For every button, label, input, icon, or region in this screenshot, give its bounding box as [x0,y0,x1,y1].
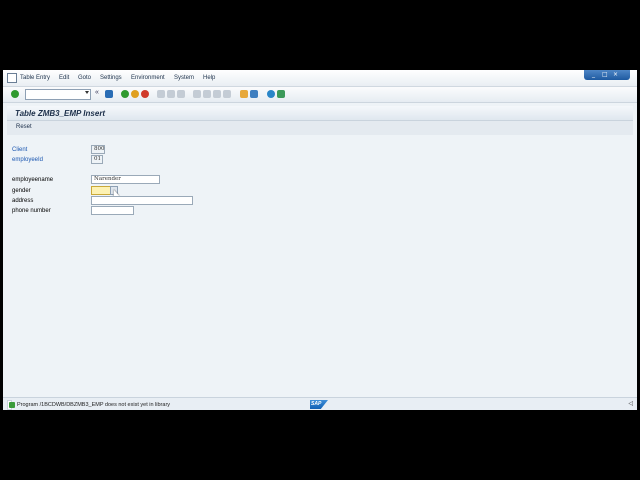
status-message-text: Program /1BCDWB/DBZMB3_EMP does not exis… [17,402,171,408]
previous-page-icon[interactable] [203,90,211,98]
client-field: 800 [91,145,105,154]
last-page-icon[interactable] [223,90,231,98]
create-session-icon[interactable] [240,90,248,98]
close-button[interactable]: × [613,71,618,79]
maximize-button[interactable]: □ [602,71,608,79]
chevron-down-icon[interactable] [85,91,89,94]
employeename-input[interactable]: Narender [91,175,160,184]
menu-help[interactable]: Help [203,75,215,81]
reset-button[interactable]: Reset [16,124,32,130]
phone-number-label: phone number [12,208,51,214]
application-toolbar: Reset [7,121,633,135]
help-icon[interactable] [267,90,275,98]
print-icon[interactable] [157,90,165,98]
sap-logo: SAP [310,400,328,409]
menu-edit[interactable]: Edit [59,75,69,81]
status-bar: Program /1BCDWB/DBZMB3_EMP does not exis… [3,397,637,410]
page-title: Table ZMB3_EMP Insert [15,109,106,118]
address-label: address [12,198,34,204]
save-icon[interactable] [105,90,113,98]
client-label: Client [12,147,28,153]
employeeid-field: 01 [91,155,103,164]
status-message[interactable]: Program /1BCDWB/DBZMB3_EMP does not exis… [7,400,170,410]
next-page-icon[interactable] [213,90,221,98]
back-icon[interactable] [121,90,129,98]
screen-title-bar: Table ZMB3_EMP Insert [7,106,633,121]
gender-input[interactable] [91,186,111,195]
employeeid-label: employeeId [12,157,44,163]
gender-label: gender [12,188,31,194]
menu-goto[interactable]: Goto [78,75,91,81]
sap-window: Table Entry Edit Goto Settings Environme… [3,70,637,410]
find-icon[interactable] [167,90,175,98]
form-area: Client 800 employeeId 01 employeename Na… [7,135,633,395]
minimize-button[interactable]: _ [592,71,595,79]
phone-number-input[interactable] [91,206,134,215]
command-field[interactable] [25,89,91,100]
standard-toolbar: « [3,87,637,103]
address-input[interactable] [91,196,193,205]
cancel-icon[interactable] [141,90,149,98]
generate-shortcut-icon[interactable] [250,90,258,98]
find-next-icon[interactable] [177,90,185,98]
menu-bar: Table Entry Edit Goto Settings Environme… [3,70,637,87]
enter-icon[interactable] [11,90,19,98]
menu-table-entry[interactable]: Table Entry [20,75,50,81]
menu-system[interactable]: System [174,75,194,81]
employeename-label: employeename [12,177,54,183]
success-icon [9,402,15,408]
first-page-icon[interactable] [193,90,201,98]
back-glyph[interactable]: « [95,89,99,96]
window-controls: _ □ × [584,70,630,80]
status-toggle-icon[interactable]: ◁ [628,400,633,407]
session-menu-icon[interactable] [7,73,17,83]
menu-environment[interactable]: Environment [131,75,165,81]
menu-settings[interactable]: Settings [100,75,122,81]
customize-layout-icon[interactable] [277,90,285,98]
exit-icon[interactable] [131,90,139,98]
